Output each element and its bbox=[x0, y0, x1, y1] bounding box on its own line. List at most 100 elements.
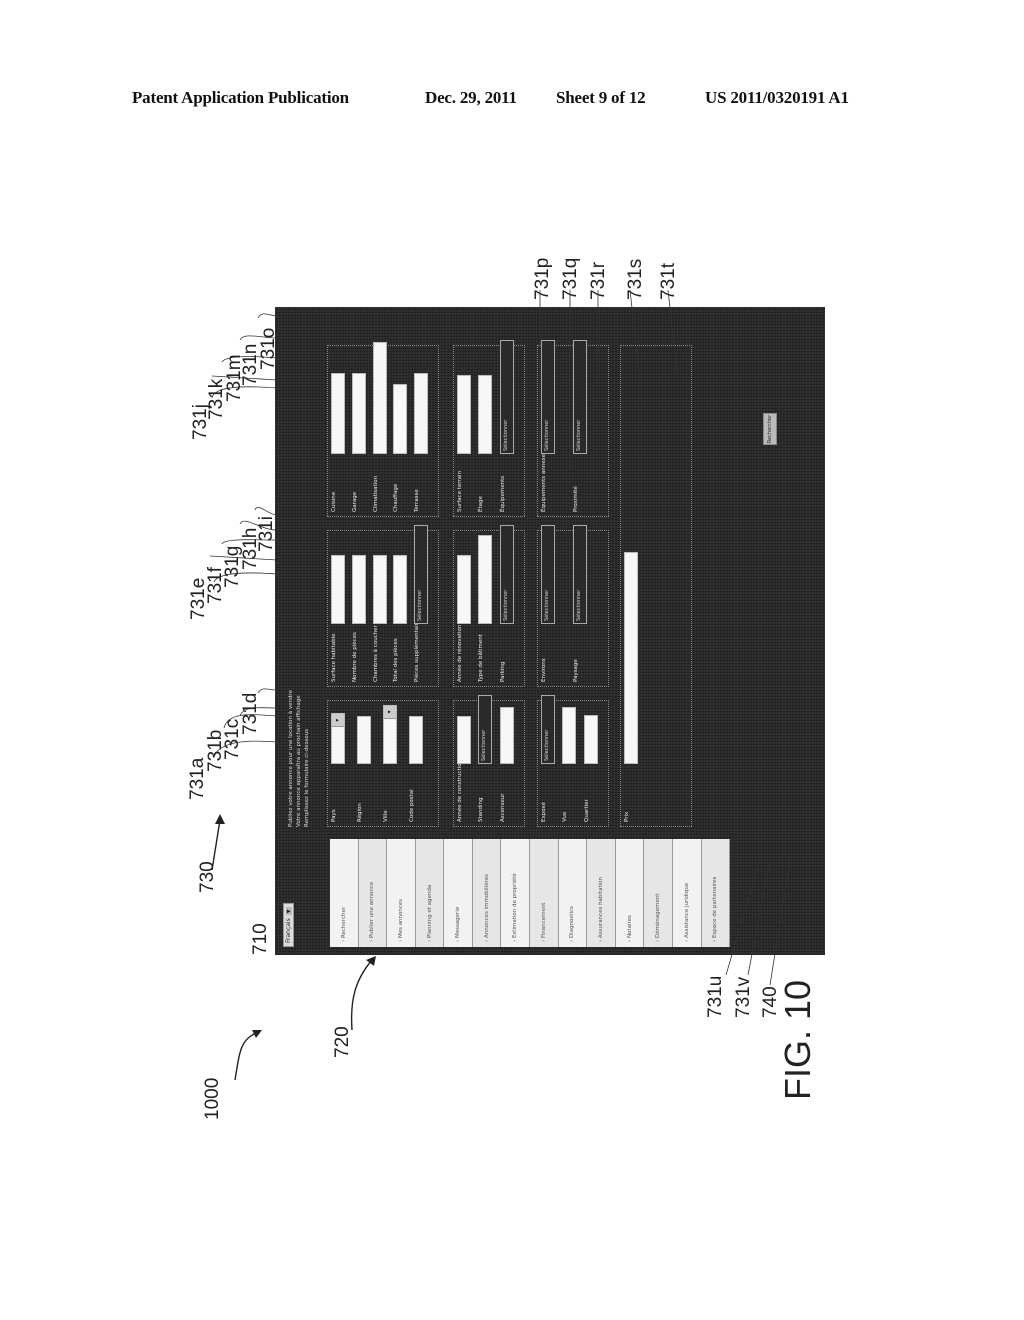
field-label: Climatisation bbox=[372, 475, 379, 512]
sidebar-menu-item[interactable]: › Diagnostics bbox=[558, 839, 588, 947]
select-dropdown[interactable]: Sélectionner bbox=[573, 340, 587, 454]
input-field[interactable] bbox=[624, 552, 638, 764]
field-label: Surface terrain bbox=[457, 470, 463, 512]
input-field[interactable] bbox=[409, 716, 423, 764]
sidebar-menu-item[interactable]: › Annonces immobilières bbox=[472, 839, 502, 947]
form-field: Équipements Sélectionner bbox=[499, 340, 524, 512]
intro-line: Publiez votre annonce pour une location … bbox=[288, 690, 294, 827]
dropdown-arrow-icon[interactable]: ▾ bbox=[384, 705, 396, 719]
ref-731s: 731s bbox=[625, 258, 646, 300]
field-label: Cuisine bbox=[331, 491, 337, 512]
ref-731v: 731v bbox=[733, 976, 754, 1018]
select-dropdown[interactable]: Sélectionner bbox=[573, 525, 587, 624]
input-field[interactable] bbox=[331, 555, 345, 624]
form-field: Quartier bbox=[583, 715, 608, 822]
input-field[interactable] bbox=[393, 383, 408, 454]
sidebar-menu: › Rechercher › Publier une annonce › Mes a… bbox=[330, 839, 731, 947]
sidebar-menu-item[interactable]: › Notaires bbox=[615, 839, 645, 947]
ref-1000: 1000 bbox=[202, 1077, 223, 1120]
input-field[interactable] bbox=[562, 706, 577, 764]
field-label: Terrasse bbox=[414, 489, 421, 512]
input-field[interactable] bbox=[414, 372, 429, 454]
field-label: Environs bbox=[541, 658, 547, 682]
select-dropdown[interactable]: Sélectionner bbox=[499, 525, 514, 624]
ref-731d: 731d bbox=[240, 692, 261, 735]
sidebar-menu-item[interactable]: › Messagerie bbox=[444, 839, 473, 947]
sidebar-menu-item[interactable]: › Déménagement bbox=[644, 839, 673, 947]
input-field[interactable] bbox=[393, 555, 408, 624]
input-field[interactable] bbox=[478, 375, 493, 454]
field-label: Total des pièces bbox=[393, 638, 400, 682]
publication-label: Patent Application Publication bbox=[132, 88, 349, 107]
input-field[interactable] bbox=[457, 555, 471, 624]
field-label: Exposé bbox=[541, 802, 547, 822]
publication-date: Dec. 29, 2011 bbox=[425, 88, 517, 107]
ref-731o: 731o bbox=[258, 327, 279, 370]
input-field[interactable] bbox=[372, 555, 387, 624]
field-label: Paysage bbox=[573, 659, 579, 682]
input-field[interactable] bbox=[583, 715, 598, 764]
input-field[interactable] bbox=[351, 372, 366, 454]
field-label: Équipements annexes bbox=[541, 451, 547, 512]
sidebar-menu-item[interactable]: › Financement bbox=[530, 839, 559, 947]
field-label: Région bbox=[357, 803, 363, 822]
field-label: Proximité bbox=[573, 486, 579, 512]
sidebar-menu-item[interactable]: › Publier une annonce bbox=[358, 839, 388, 947]
sidebar-menu-item[interactable]: › Estimation de propriété bbox=[501, 839, 531, 947]
select-dropdown[interactable]: Sélectionner bbox=[541, 695, 555, 764]
chevron-down-icon: ▼ bbox=[285, 907, 292, 916]
form-field: Pièces supplémentaires Sélectionner bbox=[414, 525, 438, 682]
sidebar-menu-item[interactable]: › Mes annonces bbox=[387, 839, 416, 947]
input-field[interactable] bbox=[499, 706, 514, 764]
ref-731q: 731q bbox=[560, 257, 581, 300]
input-field[interactable] bbox=[478, 534, 493, 624]
sidebar-menu-item[interactable]: › Planning et agenda bbox=[415, 839, 445, 947]
ref-731u: 731u bbox=[705, 975, 726, 1018]
field-label: Quartier bbox=[583, 799, 590, 822]
form-field: Équipements annexes Sélectionner bbox=[541, 340, 565, 512]
field-label: Surface habitable bbox=[331, 633, 337, 682]
form-field: Environs Sélectionner bbox=[541, 525, 565, 682]
sidebar-menu-item[interactable]: › Assistance juridique bbox=[672, 839, 702, 947]
input-field[interactable] bbox=[457, 375, 471, 454]
search-button[interactable]: Rechercher bbox=[763, 413, 777, 445]
sidebar-menu-item[interactable]: › Rechercher bbox=[330, 839, 359, 947]
ref-710: 710 bbox=[250, 923, 271, 955]
input-field[interactable] bbox=[331, 372, 345, 454]
input-field[interactable] bbox=[357, 716, 371, 764]
select-dropdown[interactable]: Sélectionner bbox=[499, 340, 514, 454]
field-label: Ascenseur bbox=[499, 793, 506, 822]
form-field: Prix bbox=[624, 552, 648, 822]
select-dropdown[interactable]: Sélectionner bbox=[478, 695, 493, 764]
form-field: Proximité Sélectionner bbox=[573, 340, 597, 512]
field-label: Année de construction bbox=[457, 759, 463, 822]
form-field: Code postal bbox=[409, 716, 433, 822]
form-field: Pays ▾ bbox=[331, 713, 355, 822]
sidebar-menu-item[interactable]: › Assurances habitation bbox=[587, 839, 616, 947]
field-label: Standing bbox=[478, 797, 485, 822]
sidebar-menu-item[interactable]: › Espace de partenaires bbox=[701, 839, 731, 947]
sheet-number: Sheet 9 of 12 bbox=[556, 88, 646, 107]
language-value: Français bbox=[285, 918, 292, 943]
field-label: Chauffage bbox=[393, 483, 400, 512]
ref-731t: 731t bbox=[658, 263, 679, 300]
input-field[interactable] bbox=[372, 342, 387, 454]
field-label: Prix bbox=[624, 811, 630, 822]
ref-730: 730 bbox=[197, 861, 218, 893]
input-field[interactable]: ▾ bbox=[383, 704, 397, 764]
input-field[interactable]: ▾ bbox=[331, 713, 345, 764]
input-field[interactable] bbox=[351, 555, 366, 624]
ref-731i: 731i bbox=[256, 516, 277, 552]
dropdown-arrow-icon[interactable]: ▾ bbox=[332, 714, 344, 728]
search-form-panel: Français ▼ › Rechercher › Publier une ann… bbox=[275, 307, 825, 955]
input-field[interactable] bbox=[457, 716, 471, 764]
ref-731p: 731p bbox=[532, 257, 553, 300]
select-dropdown[interactable]: Sélectionner bbox=[541, 525, 555, 624]
language-select[interactable]: Français ▼ bbox=[283, 903, 294, 947]
select-dropdown[interactable]: Sélectionner bbox=[414, 525, 429, 624]
select-dropdown[interactable]: Sélectionner bbox=[541, 340, 555, 454]
field-label: Année de rénovation bbox=[457, 624, 463, 682]
form-field: Ascenseur bbox=[499, 706, 524, 822]
field-label: Type de bâtiment bbox=[478, 634, 485, 682]
intro-text: Publiez votre annonce pour une location … bbox=[287, 607, 311, 827]
